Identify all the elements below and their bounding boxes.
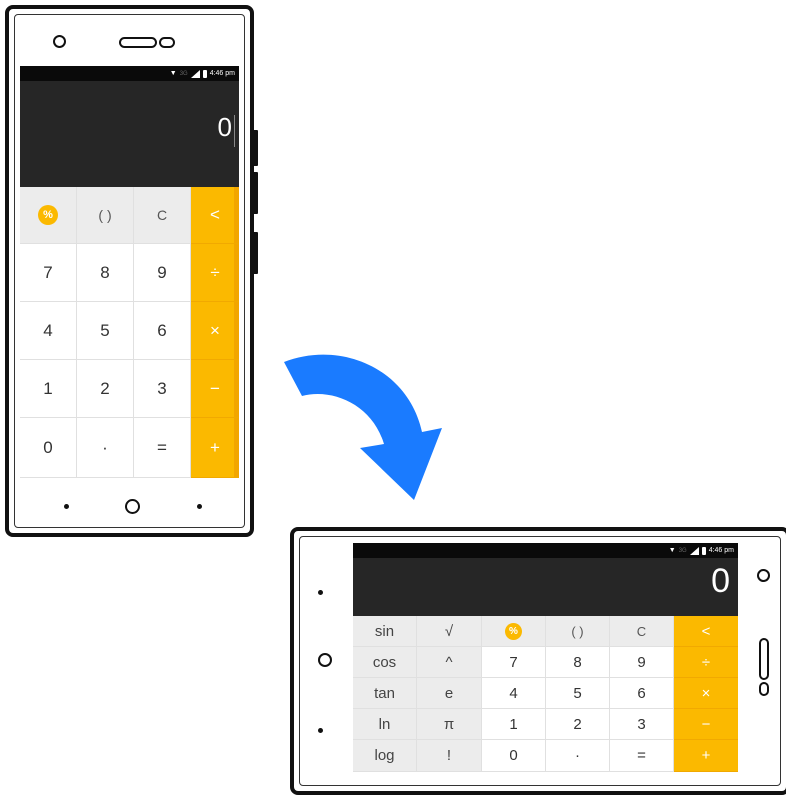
wifi-icon: ▼ <box>668 547 676 554</box>
calculator-display: 0 <box>20 81 239 187</box>
key-num[interactable]: 3 <box>610 709 674 740</box>
key-num[interactable]: 1 <box>482 709 546 740</box>
display-value: 0 <box>217 112 232 142</box>
key-operator[interactable]: − <box>191 360 239 418</box>
back-key-dot[interactable] <box>318 728 323 733</box>
portrait-keypad: % ( ) C <7 8 9 ÷ 4 5 6 × 1 2 3− 0 · = + <box>20 187 239 478</box>
home-button[interactable] <box>318 653 332 667</box>
key-sci[interactable]: ln <box>353 709 417 740</box>
key-sci[interactable]: ^ <box>417 647 482 678</box>
key-percent[interactable]: % <box>482 616 546 647</box>
key-num[interactable]: 2 <box>546 709 610 740</box>
key-operator[interactable]: < <box>674 616 738 647</box>
key-operator[interactable]: < <box>191 187 239 244</box>
key-num[interactable]: 5 <box>546 678 610 709</box>
key-operator[interactable]: × <box>191 302 239 360</box>
network-type: 3G <box>179 70 188 77</box>
camera-icon <box>757 569 770 582</box>
key-num[interactable]: · <box>77 418 134 478</box>
key-num[interactable]: 5 <box>77 302 134 360</box>
key-num[interactable]: 4 <box>482 678 546 709</box>
key-num[interactable]: 6 <box>610 678 674 709</box>
key-percent[interactable]: % <box>20 187 77 244</box>
key-sci[interactable]: π <box>417 709 482 740</box>
key-top[interactable]: C <box>610 616 674 647</box>
key-num[interactable]: 1 <box>20 360 77 418</box>
back-key-dot[interactable] <box>64 504 69 509</box>
speaker-icon <box>119 37 157 48</box>
key-operator[interactable]: ÷ <box>191 244 239 302</box>
key-num[interactable]: 0 <box>482 740 546 772</box>
display-value: 0 <box>711 562 730 600</box>
key-num[interactable]: 8 <box>77 244 134 302</box>
key-top[interactable]: ( ) <box>77 187 134 244</box>
key-num[interactable]: 9 <box>134 244 191 302</box>
menu-key-dot[interactable] <box>318 590 323 595</box>
key-num[interactable]: 0 <box>20 418 77 478</box>
curved-arrow-icon <box>284 354 442 500</box>
key-operator[interactable]: − <box>674 709 738 740</box>
network-type: 3G <box>678 547 687 554</box>
key-num[interactable]: 6 <box>134 302 191 360</box>
sensor-icon <box>159 37 175 48</box>
key-top[interactable]: C <box>134 187 191 244</box>
key-num[interactable]: 9 <box>610 647 674 678</box>
key-num[interactable]: 7 <box>20 244 77 302</box>
key-num[interactable]: 2 <box>77 360 134 418</box>
key-sci[interactable]: cos <box>353 647 417 678</box>
key-operator[interactable]: × <box>674 678 738 709</box>
key-sci[interactable]: √ <box>417 616 482 647</box>
landscape-keypad: sin √% ( ) C < cos ^ 7 8 9 ÷ tan e 4 5 6 × ln π 1 2 3− log! 0 · =… <box>353 616 738 772</box>
sensor-icon <box>759 682 769 696</box>
key-sci[interactable]: log <box>353 740 417 772</box>
key-num[interactable]: 3 <box>134 360 191 418</box>
key-num[interactable]: = <box>610 740 674 772</box>
speaker-icon <box>759 638 769 680</box>
percent-badge: % <box>38 205 58 225</box>
key-sci[interactable]: ! <box>417 740 482 772</box>
battery-icon <box>202 69 207 78</box>
home-button[interactable] <box>125 499 140 514</box>
menu-key-dot[interactable] <box>197 504 202 509</box>
text-cursor <box>234 115 235 147</box>
volume-up-button[interactable] <box>253 172 258 214</box>
signal-icon <box>689 546 699 555</box>
camera-icon <box>53 35 66 48</box>
key-operator[interactable]: + <box>191 418 239 478</box>
portrait-screen: ▼ 3G 4:46 pm 0 %( ) C <7 8 9 ÷ 4 5 6 × 1 2 3−0 · = + <box>20 66 239 478</box>
key-sci[interactable]: e <box>417 678 482 709</box>
power-button[interactable] <box>253 130 258 166</box>
percent-badge: % <box>505 622 522 640</box>
status-time: 4:46 pm <box>209 70 235 77</box>
volume-down-button[interactable] <box>253 232 258 274</box>
key-num[interactable]: 4 <box>20 302 77 360</box>
landscape-screen: ▼ 3G 4:46 pm 0 sin √% ( ) C < cos ^ 7 8 9 ÷ tan e 4 5 6… <box>353 543 738 772</box>
key-num[interactable]: = <box>134 418 191 478</box>
signal-icon <box>190 69 200 78</box>
battery-icon <box>701 546 706 555</box>
key-num[interactable]: · <box>546 740 610 772</box>
calculator-display: 0 <box>353 558 738 616</box>
status-bar: ▼ 3G 4:46 pm <box>353 543 738 558</box>
wifi-icon: ▼ <box>169 70 177 77</box>
status-bar: ▼ 3G 4:46 pm <box>20 66 239 81</box>
key-top[interactable]: ( ) <box>546 616 610 647</box>
key-sci[interactable]: tan <box>353 678 417 709</box>
key-num[interactable]: 7 <box>482 647 546 678</box>
key-operator[interactable]: ÷ <box>674 647 738 678</box>
key-operator[interactable]: + <box>674 740 738 772</box>
key-num[interactable]: 8 <box>546 647 610 678</box>
status-time: 4:46 pm <box>708 547 734 554</box>
key-sci[interactable]: sin <box>353 616 417 647</box>
